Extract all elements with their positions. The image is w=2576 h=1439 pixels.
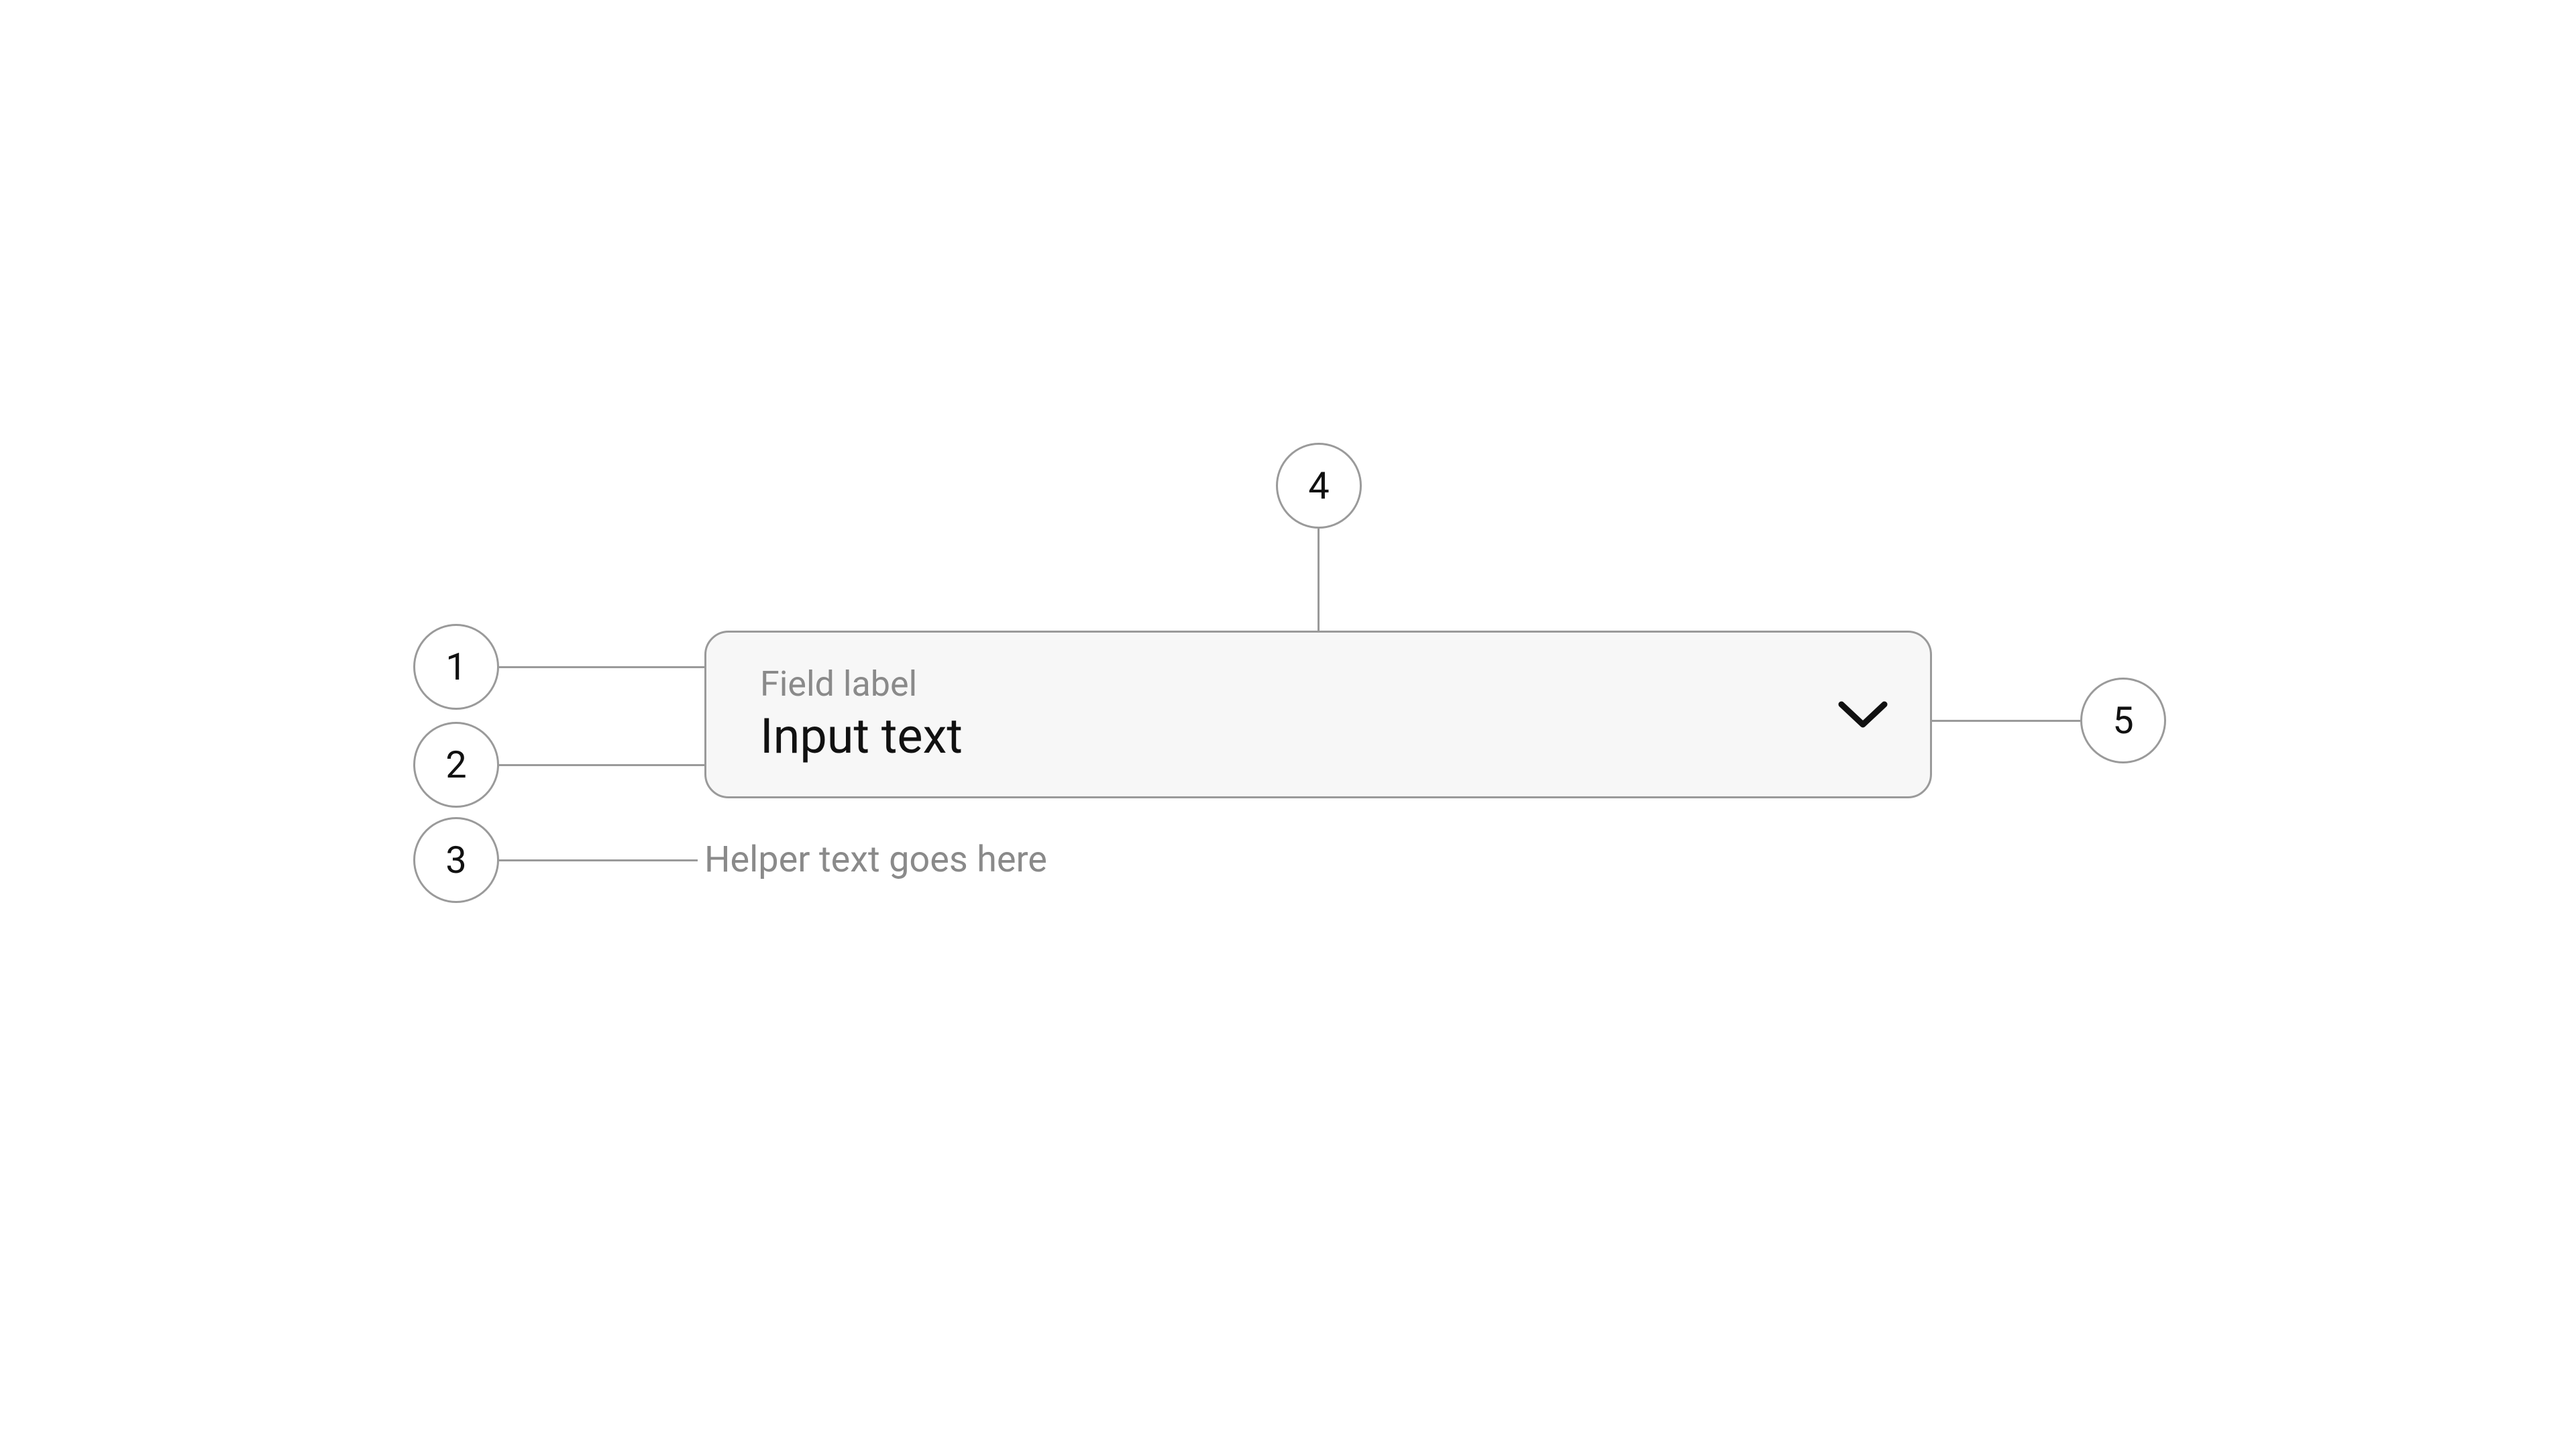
diagram-canvas: 4 1 2 3 5 Field label Input text Helper … bbox=[0, 0, 2576, 1439]
annotation-number-3: 3 bbox=[445, 838, 466, 882]
annotation-circle-1: 1 bbox=[413, 624, 499, 710]
annotation-leader-2 bbox=[499, 764, 704, 766]
dropdown-field[interactable]: Field label Input text bbox=[704, 631, 1932, 798]
annotation-circle-4: 4 bbox=[1276, 443, 1362, 529]
annotation-number-2: 2 bbox=[445, 743, 466, 787]
annotation-number-1: 1 bbox=[445, 645, 466, 689]
dropdown-text-column: Field label Input text bbox=[760, 663, 963, 766]
annotation-circle-2: 2 bbox=[413, 722, 499, 808]
annotation-number-4: 4 bbox=[1308, 464, 1329, 508]
helper-text: Helper text goes here bbox=[704, 839, 1047, 881]
annotation-leader-3 bbox=[499, 859, 698, 861]
chevron-down-icon[interactable] bbox=[1836, 698, 1890, 731]
annotation-circle-5: 5 bbox=[2080, 678, 2166, 763]
field-label: Field label bbox=[760, 663, 963, 705]
annotation-circle-3: 3 bbox=[413, 817, 499, 903]
input-text: Input text bbox=[760, 708, 963, 765]
annotation-leader-4 bbox=[1318, 529, 1320, 631]
annotation-leader-1 bbox=[499, 666, 704, 668]
annotation-number-5: 5 bbox=[2112, 698, 2133, 743]
